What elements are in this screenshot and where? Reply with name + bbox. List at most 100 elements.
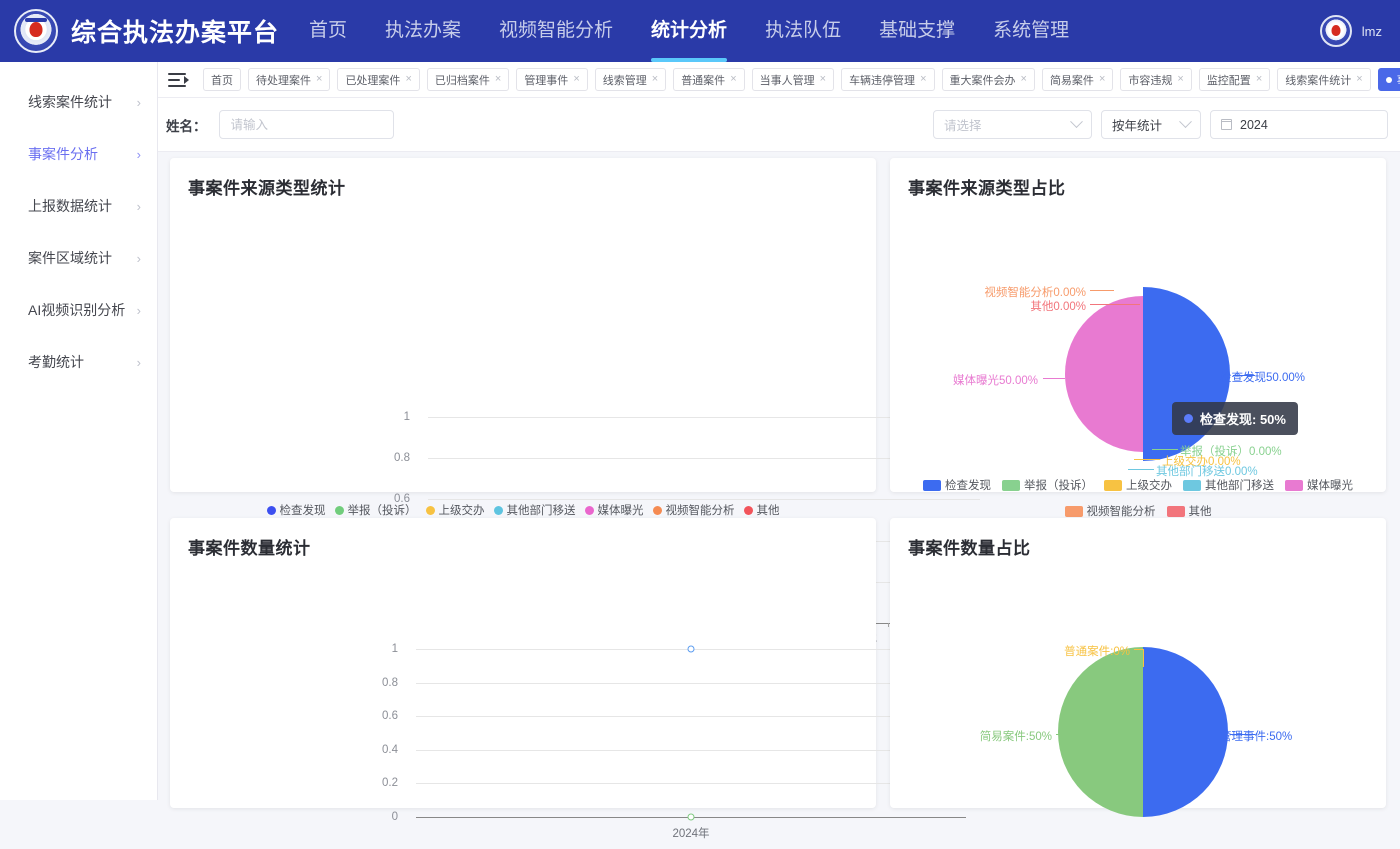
- panel-title: 事案件数量统计: [188, 539, 311, 558]
- legend-item-0[interactable]: 检查发现: [266, 502, 326, 518]
- tab-6[interactable]: 普通案件 ×: [673, 68, 745, 91]
- legend-item-6[interactable]: 其他: [1166, 503, 1212, 519]
- tab-list: 首页 待处理案件 × 已处理案件 × 已归档案件 × 管理事件 × 线索管理 × 普通案件 × 当事人管理…: [203, 68, 1400, 91]
- tab-label: 管理事件: [524, 74, 569, 87]
- sidebar-item-4[interactable]: AI视频识别分析 ›: [0, 284, 157, 336]
- close-icon[interactable]: ×: [1021, 74, 1027, 85]
- tab-13[interactable]: 线索案件统计 ×: [1277, 68, 1371, 91]
- close-icon[interactable]: ×: [652, 74, 658, 85]
- legend-item-4[interactable]: 媒体曝光: [1285, 477, 1353, 493]
- tab-0[interactable]: 首页: [203, 68, 241, 91]
- close-icon[interactable]: ×: [573, 74, 579, 85]
- nav-item-3[interactable]: 统计分析: [632, 0, 746, 62]
- legend-label: 媒体曝光: [597, 505, 644, 517]
- tab-7[interactable]: 当事人管理 ×: [751, 68, 835, 91]
- sidebar-item-5[interactable]: 考勤统计 ›: [0, 336, 157, 388]
- tab-2[interactable]: 已处理案件 ×: [337, 68, 420, 91]
- legend-label: 其他: [756, 505, 780, 517]
- chevron-right-icon: ›: [136, 354, 141, 370]
- leader-line: [1134, 459, 1160, 460]
- legend-item-5[interactable]: 视频智能分析: [1064, 503, 1156, 519]
- collapse-menu-icon[interactable]: [168, 71, 190, 89]
- tab-label: 简易案件: [1049, 74, 1094, 87]
- chart-tooltip: 检查发现: 50%: [1172, 402, 1298, 435]
- close-icon[interactable]: ×: [730, 74, 736, 85]
- tooltip-color-dot-icon: [1184, 414, 1193, 423]
- close-icon[interactable]: ×: [405, 74, 411, 85]
- nav-item-2[interactable]: 视频智能分析: [480, 0, 632, 62]
- legend-item-0[interactable]: 检查发现: [923, 477, 991, 493]
- brand: 综合执法办案平台: [0, 9, 290, 53]
- y-axis-tick: 0.4: [382, 743, 398, 756]
- legend-item-5[interactable]: 视频智能分析: [652, 502, 735, 518]
- y-axis-tick: 0.8: [382, 676, 398, 689]
- legend-item-1[interactable]: 举报（投诉）: [1002, 477, 1093, 493]
- tab-14[interactable]: 事案件分析×: [1377, 68, 1400, 91]
- legend-color-dot-icon: [584, 505, 594, 515]
- sidebar-item-label: AI视频识别分析: [28, 302, 126, 318]
- close-icon[interactable]: ×: [1356, 74, 1362, 85]
- close-icon[interactable]: ×: [1256, 74, 1262, 85]
- nav-item-4[interactable]: 执法队伍: [746, 0, 860, 62]
- tab-5[interactable]: 线索管理 ×: [594, 68, 667, 91]
- chart-legend: 检查发现 举报（投诉） 上级交办 其他部门移送 媒体曝光视频智能分析 其他: [890, 477, 1386, 519]
- type-select[interactable]: 请选择: [933, 110, 1092, 139]
- data-point-0[interactable]: [687, 645, 695, 653]
- data-point-1[interactable]: [687, 813, 695, 821]
- sidebar-item-1[interactable]: 事案件分析 ›: [0, 128, 157, 180]
- bar-chart-source-type[interactable]: 00.20.40.60.8101年002年003年004年005年006年007…: [170, 199, 981, 646]
- sidebar-item-label: 线索案件统计: [28, 94, 112, 110]
- close-icon[interactable]: ×: [1177, 74, 1183, 85]
- legend-item-1[interactable]: 举报（投诉）: [334, 502, 417, 518]
- sidebar: 线索案件统计 › 事案件分析 › 上报数据统计 › 案件区域统计 › AI视频识别分析 › 考勤统计…: [0, 62, 158, 800]
- tab-1[interactable]: 待处理案件 ×: [248, 68, 331, 91]
- nav-item-1[interactable]: 执法办案: [366, 0, 480, 62]
- close-icon[interactable]: ×: [820, 74, 826, 85]
- active-tab-dot-icon: [1385, 76, 1392, 83]
- tab-10[interactable]: 简易案件 ×: [1041, 68, 1114, 91]
- tab-label: 首页: [211, 74, 233, 87]
- pie-chart-source-type[interactable]: 视频智能分析0.00% 其他0.00% 检查发现50.00% 媒体曝光50.00% 举报…: [890, 199, 1386, 533]
- line-chart-case-number[interactable]: 0 0.2 0.4 0.6 0.8 1 2024年: [170, 559, 966, 849]
- legend-color-swatch-icon: [1285, 479, 1303, 491]
- name-input[interactable]: [218, 110, 394, 139]
- sidebar-item-0[interactable]: 线索案件统计 ›: [0, 76, 157, 128]
- nav-item-5[interactable]: 基础支撑: [860, 0, 974, 62]
- tab-label: 线索案件统计: [1285, 74, 1352, 87]
- nav-item-0[interactable]: 首页: [290, 0, 366, 62]
- close-icon[interactable]: ×: [920, 74, 926, 85]
- tab-9[interactable]: 重大案件会办 ×: [941, 68, 1035, 91]
- legend-label: 视频智能分析: [1086, 506, 1156, 518]
- chart-legend: 检查发现 举报（投诉） 上级交办 其他部门移送 媒体曝光 视频智能分析 其他: [170, 502, 876, 518]
- tab-4[interactable]: 管理事件 ×: [516, 68, 588, 91]
- close-icon[interactable]: ×: [1099, 74, 1105, 85]
- nav-item-6[interactable]: 系统管理: [974, 0, 1088, 62]
- legend-color-swatch-icon: [1166, 505, 1185, 517]
- tab-8[interactable]: 车辆违停管理 ×: [841, 68, 935, 91]
- close-icon[interactable]: ×: [495, 74, 501, 85]
- legend-label: 媒体曝光: [1307, 480, 1353, 492]
- tab-11[interactable]: 市容违规 ×: [1120, 68, 1192, 91]
- legend-item-2[interactable]: 上级交办: [425, 502, 485, 518]
- legend-item-3[interactable]: 其他部门移送: [1183, 477, 1274, 493]
- app-title: 综合执法办案平台: [71, 19, 280, 47]
- sidebar-item-2[interactable]: 上报数据统计 ›: [0, 180, 157, 232]
- legend-item-6[interactable]: 其他: [743, 502, 780, 518]
- legend-label: 上级交办: [438, 505, 485, 517]
- avatar[interactable]: [1319, 15, 1352, 47]
- pie-chart-case-number[interactable]: 普通案件:0% 管理事件:50% 简易案件:50%: [890, 559, 1386, 849]
- tab-12[interactable]: 监控配置 ×: [1198, 68, 1271, 91]
- sidebar-item-3[interactable]: 案件区域统计 ›: [0, 232, 157, 284]
- close-icon[interactable]: ×: [316, 74, 322, 85]
- period-select[interactable]: 按年统计: [1101, 110, 1201, 139]
- year-picker[interactable]: 2024: [1210, 110, 1388, 139]
- legend-item-3[interactable]: 其他部门移送: [493, 502, 576, 518]
- panel-title: 事案件来源类型统计: [188, 179, 346, 198]
- legend-item-2[interactable]: 上级交办: [1104, 477, 1172, 493]
- y-axis-tick: 0: [391, 811, 398, 823]
- tab-3[interactable]: 已归档案件 ×: [426, 68, 510, 91]
- panel-source-type-ratio: 事案件来源类型占比 视频智能分析0.00% 其他0.00% 检查发现50.00% 媒体…: [890, 158, 1386, 518]
- legend-item-4[interactable]: 媒体曝光: [584, 502, 644, 518]
- leader-line: [1043, 378, 1065, 379]
- type-select-value: 请选择: [944, 119, 982, 133]
